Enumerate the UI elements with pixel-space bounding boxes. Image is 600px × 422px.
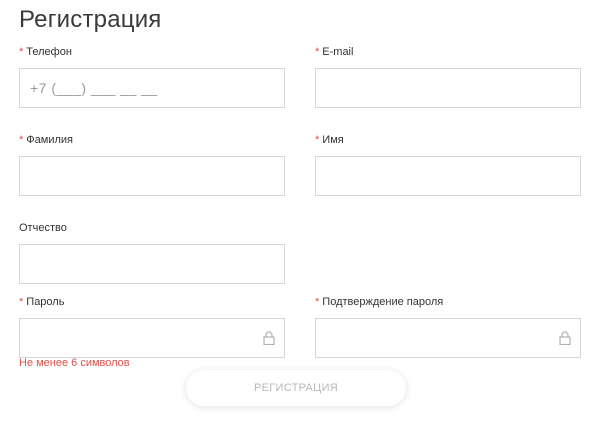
password-label: * Пароль [19,295,285,309]
phone-label: * Телефон [19,45,285,59]
phone-field-group: * Телефон +7 (___) ___ __ __ [19,45,285,108]
register-button[interactable]: РЕГИСТРАЦИЯ [186,370,406,406]
lock-icon [559,331,571,345]
email-label-text: E-mail [322,46,354,58]
password-hint: Не менее 6 символов [19,357,130,369]
required-marker: * [315,134,320,146]
registration-page: Регистрация * Телефон +7 (___) ___ __ __ … [0,0,600,422]
required-marker: * [19,46,24,58]
middle-name-field-group: Отчество [19,221,285,284]
middle-name-input[interactable] [19,244,285,284]
phone-placeholder: +7 (___) ___ __ __ [30,80,158,96]
lock-icon [263,331,275,345]
last-name-input[interactable] [19,156,285,196]
email-label: * E-mail [315,45,581,59]
required-marker: * [315,46,320,58]
password-confirm-label-text: Подтверждение пароля [322,296,444,308]
required-marker: * [19,134,24,146]
first-name-label-text: Имя [322,134,344,146]
first-name-input[interactable] [315,156,581,196]
password-confirm-label: * Подтверждение пароля [315,295,581,309]
password-input[interactable] [19,318,285,358]
email-field-group: * E-mail [315,45,581,108]
phone-input[interactable]: +7 (___) ___ __ __ [19,68,285,108]
last-name-label: * Фамилия [19,133,285,147]
password-confirm-input[interactable] [315,318,581,358]
middle-name-label: Отчество [19,222,67,234]
last-name-label-text: Фамилия [26,134,73,146]
email-input[interactable] [315,68,581,108]
page-title: Регистрация [19,6,162,33]
required-marker: * [19,296,24,308]
first-name-label: * Имя [315,133,581,147]
last-name-field-group: * Фамилия [19,133,285,196]
password-label-text: Пароль [26,296,65,308]
password-field-group: * Пароль [19,295,285,358]
password-confirm-field-group: * Подтверждение пароля [315,295,581,358]
first-name-field-group: * Имя [315,133,581,196]
phone-label-text: Телефон [26,46,72,58]
required-marker: * [315,296,320,308]
